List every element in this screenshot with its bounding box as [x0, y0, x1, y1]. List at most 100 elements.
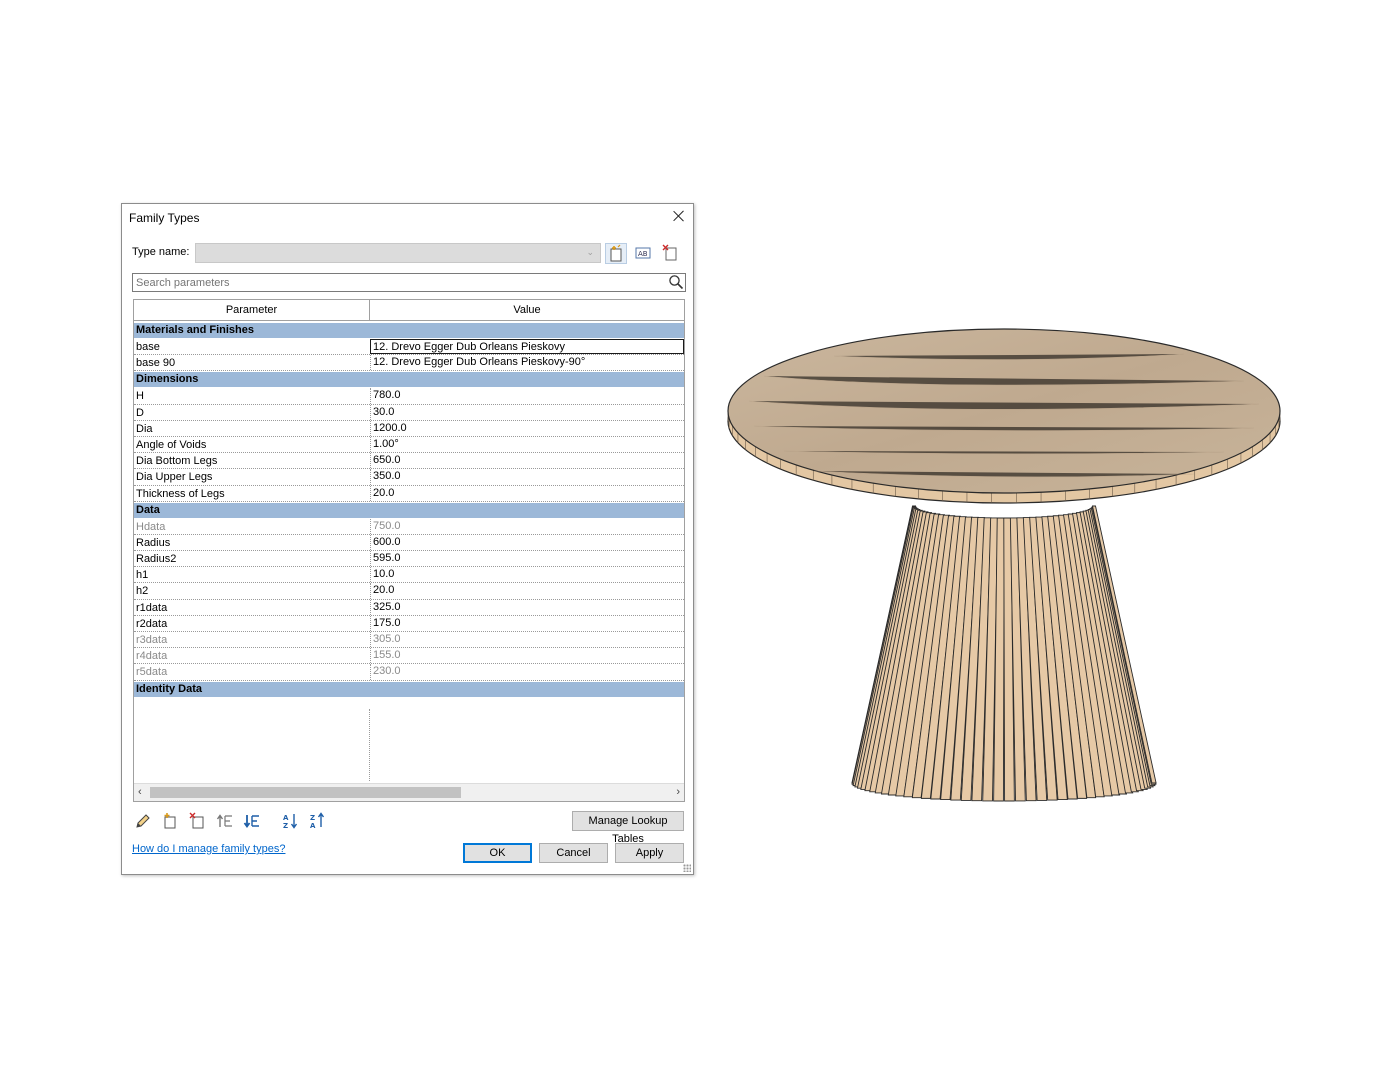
parameter-value[interactable]: 600.0	[370, 534, 684, 551]
parameter-name: base 90	[136, 357, 176, 370]
parameter-value[interactable]: 175.0	[370, 615, 684, 631]
parameter-value[interactable]: 1.00°	[370, 436, 684, 453]
rename-type-icon[interactable]: AB	[633, 243, 655, 264]
grid-rows: Materials and Finishes base 12. Drevo Eg…	[134, 322, 684, 698]
parameter-name: Radius	[136, 536, 171, 549]
table-row[interactable]: Thickness of Legs 20.0	[134, 485, 684, 502]
parameter-name: h1	[136, 569, 149, 582]
parameter-value: 750.0	[370, 518, 684, 534]
ok-button[interactable]: OK	[463, 843, 532, 863]
type-name-label: Type name:	[132, 246, 190, 258]
parameter-name: Dia	[136, 422, 153, 435]
move-up-icon[interactable]	[216, 812, 234, 830]
parameter-name: Hdata	[136, 520, 166, 533]
sort-descending-icon[interactable]: Z A	[309, 812, 327, 830]
parameter-value[interactable]: 780.0	[370, 388, 684, 404]
parameter-value[interactable]: 12. Drevo Egger Dub Orleans Pieskovy-90°	[370, 355, 684, 371]
sort-ascending-icon[interactable]: A Z	[282, 812, 300, 830]
scroll-left-icon[interactable]: ‹	[138, 786, 142, 798]
table-row[interactable]: base 12. Drevo Egger Dub Orleans Pieskov…	[134, 339, 684, 356]
group-dimensions[interactable]: Dimensions	[134, 372, 684, 389]
parameter-name: r1data	[136, 601, 168, 614]
help-link[interactable]: How do I manage family types?	[132, 843, 285, 855]
svg-text:Z: Z	[283, 822, 288, 830]
table-row[interactable]: r5data 230.0	[134, 664, 684, 681]
type-name-dropdown[interactable]: ⌄	[195, 243, 601, 263]
parameter-value[interactable]: 595.0	[370, 551, 684, 567]
table-row[interactable]: H 780.0	[134, 388, 684, 405]
parameters-grid: Parameter Value Materials and Finishes b…	[133, 299, 685, 802]
parameter-value: 155.0	[370, 648, 684, 664]
parameter-value[interactable]: 350.0	[370, 469, 684, 485]
parameter-name: D	[136, 406, 144, 419]
dialog-title: Family Types	[129, 211, 200, 225]
table-row[interactable]: D 30.0	[134, 404, 684, 421]
new-type-icon[interactable]	[605, 243, 627, 264]
parameter-name: H	[136, 390, 144, 403]
move-down-icon[interactable]	[243, 812, 261, 830]
parameter-value[interactable]: 12. Drevo Egger Dub Orleans Pieskovy	[370, 339, 684, 355]
table-row[interactable]: r3data 305.0	[134, 632, 684, 649]
column-header-value[interactable]: Value	[370, 300, 684, 320]
table-row[interactable]: Hdata 750.0	[134, 518, 684, 535]
search-input[interactable]	[132, 273, 686, 292]
parameter-name: Thickness of Legs	[136, 487, 225, 500]
column-header-parameter[interactable]: Parameter	[134, 300, 370, 320]
chevron-down-icon: ⌄	[586, 247, 594, 257]
scrollbar-thumb[interactable]	[150, 787, 461, 798]
parameter-name: r4data	[136, 650, 168, 663]
table-row[interactable]: base 90 12. Drevo Egger Dub Orleans Pies…	[134, 355, 684, 372]
family-types-dialog: Family Types Type name: ⌄ AB Search para…	[121, 203, 694, 875]
table-row[interactable]: Dia Bottom Legs 650.0	[134, 453, 684, 470]
parameter-value[interactable]: 1200.0	[370, 420, 684, 436]
group-identity-data[interactable]: Identity Data	[134, 681, 684, 698]
parameter-value[interactable]: 20.0	[370, 485, 684, 501]
svg-text:Z: Z	[310, 814, 315, 822]
search-icon[interactable]	[668, 274, 684, 290]
table-base-slats	[851, 505, 1157, 802]
new-parameter-icon[interactable]	[161, 812, 179, 830]
edit-parameter-icon[interactable]	[134, 812, 152, 830]
parameter-name: Dia Upper Legs	[136, 471, 213, 484]
horizontal-scrollbar[interactable]: ‹ ›	[134, 783, 684, 801]
parameter-value[interactable]: 30.0	[370, 404, 684, 420]
table-row[interactable]: r2data 175.0	[134, 615, 684, 632]
close-icon[interactable]	[671, 208, 687, 224]
parameter-name: Angle of Voids	[136, 438, 207, 451]
table-row[interactable]: r4data 155.0	[134, 648, 684, 665]
parameter-name: r5data	[136, 666, 168, 679]
parameter-name: r3data	[136, 634, 168, 646]
table-row[interactable]: Angle of Voids 1.00°	[134, 436, 684, 454]
scroll-right-icon[interactable]: ›	[676, 786, 680, 798]
table-row[interactable]: Radius2 595.0	[134, 551, 684, 568]
parameter-name: h2	[136, 585, 149, 598]
group-data[interactable]: Data	[134, 502, 684, 519]
resize-grip[interactable]	[683, 864, 691, 872]
parameter-value[interactable]: 10.0	[370, 567, 684, 583]
parameter-name: Radius2	[136, 553, 177, 566]
table-row[interactable]: Radius 600.0	[134, 534, 684, 552]
table-row[interactable]: h2 20.0	[134, 583, 684, 600]
parameter-value[interactable]: 20.0	[370, 583, 684, 599]
grid-header: Parameter Value	[134, 300, 684, 321]
svg-text:AB: AB	[638, 250, 648, 258]
delete-parameter-icon[interactable]	[188, 812, 206, 830]
manage-lookup-tables-button[interactable]: Manage Lookup Tables	[572, 811, 684, 845]
delete-type-icon[interactable]	[660, 243, 682, 264]
parameter-name: r2data	[136, 617, 168, 630]
parameter-name: Dia Bottom Legs	[136, 455, 218, 468]
title-bar: Family Types	[122, 204, 693, 230]
tabletop-surface	[727, 328, 1281, 494]
apply-button[interactable]: Apply	[615, 843, 684, 863]
parameter-value[interactable]: 325.0	[370, 599, 684, 615]
svg-text:A: A	[283, 814, 289, 822]
group-materials-and-finishes[interactable]: Materials and Finishes	[134, 323, 684, 339]
table-row[interactable]: r1data 325.0	[134, 599, 684, 616]
table-row[interactable]: h1 10.0	[134, 567, 684, 584]
parameter-value[interactable]: 650.0	[370, 453, 684, 469]
table-row[interactable]: Dia 1200.0	[134, 420, 684, 437]
cancel-button[interactable]: Cancel	[539, 843, 608, 863]
parameter-value: 230.0	[370, 664, 684, 680]
parameter-value: 305.0	[370, 632, 684, 648]
table-row[interactable]: Dia Upper Legs 350.0	[134, 469, 684, 486]
